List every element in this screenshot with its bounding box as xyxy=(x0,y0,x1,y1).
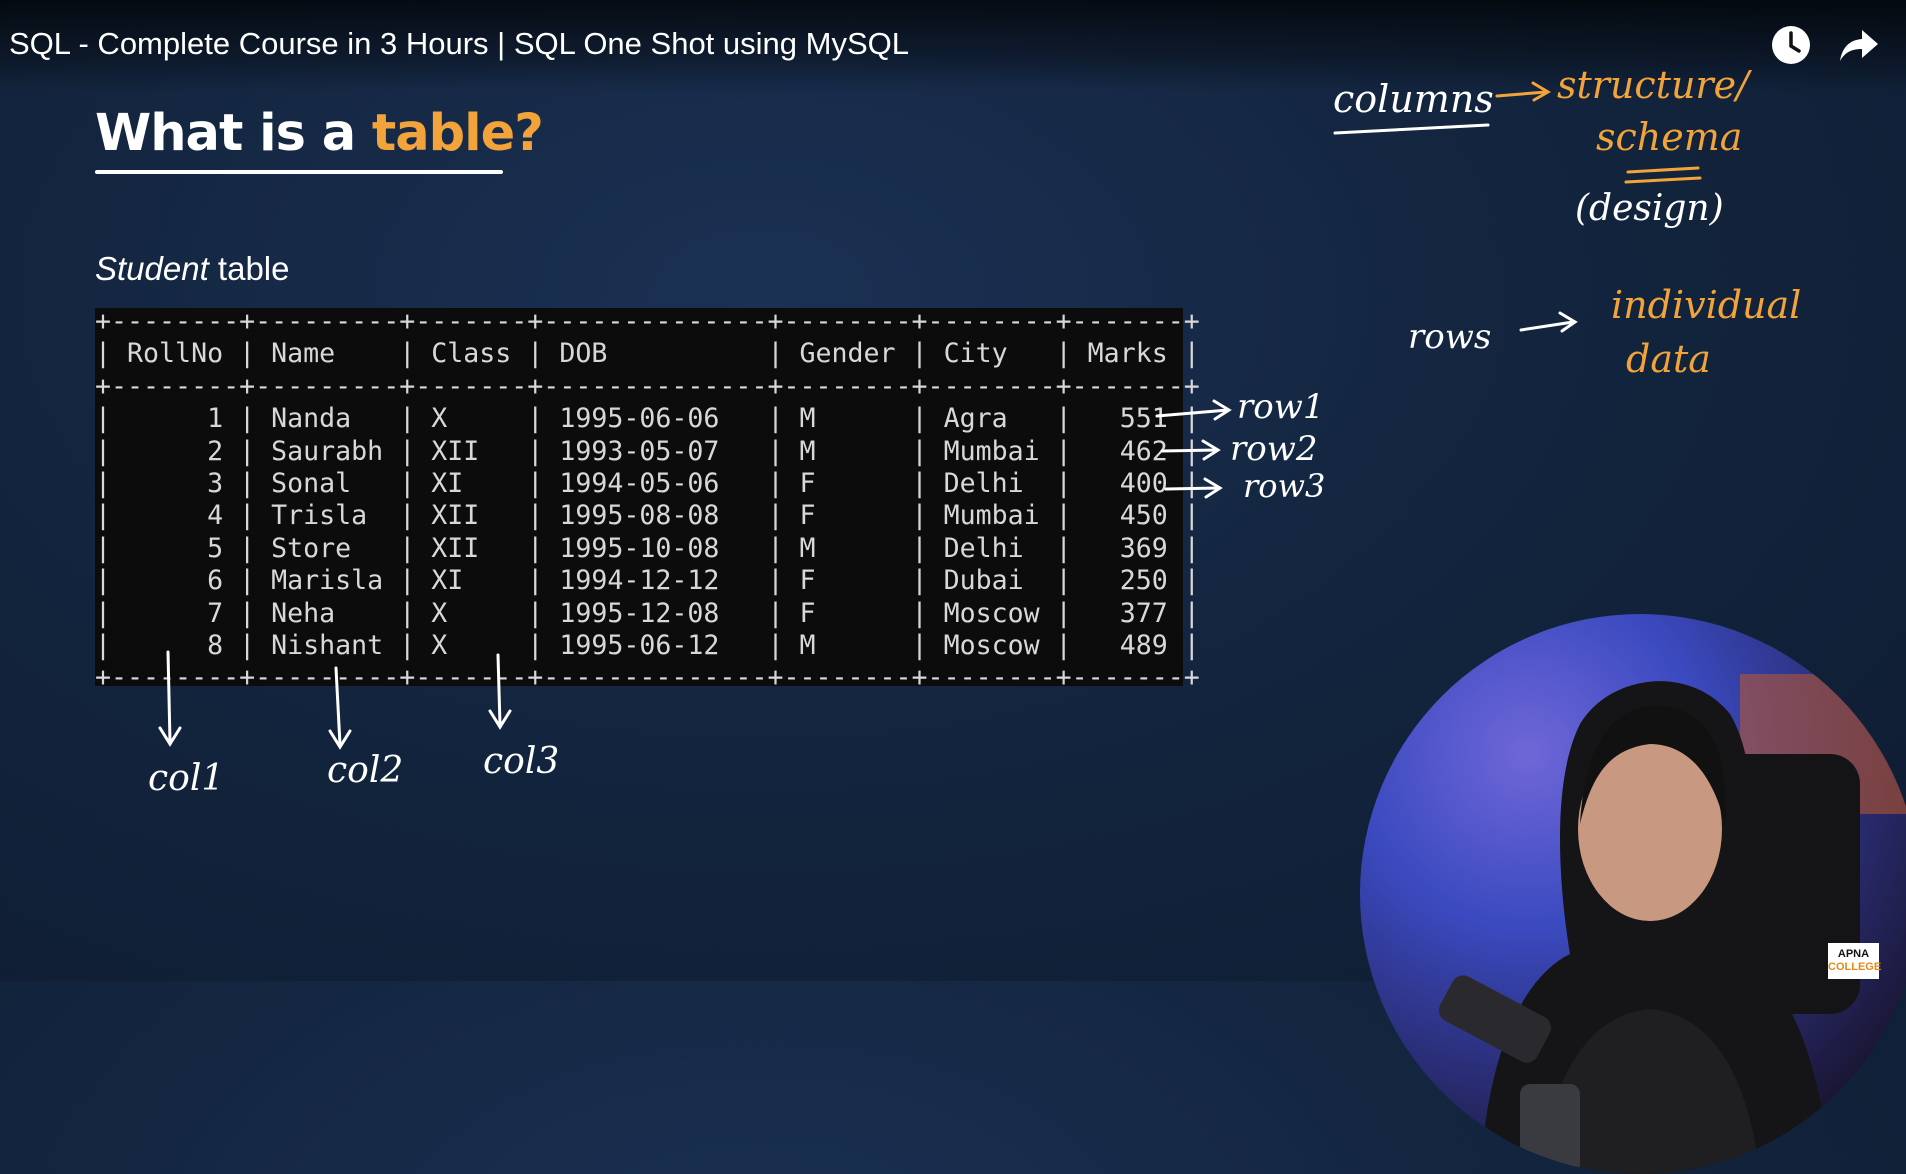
schema-word: schema xyxy=(1596,115,1742,159)
table-row: | 6 | Marisla | XI | 1994-12-12 | F | Du… xyxy=(95,565,1200,597)
presenter-silhouette xyxy=(1438,674,1906,1174)
presenter-video-inset xyxy=(1360,614,1906,1174)
slide-title-prefix: What is a xyxy=(95,104,372,163)
table-row: | 7 | Neha | X | 1995-12-08 | F | Moscow… xyxy=(95,597,1200,629)
data-word: data xyxy=(1626,337,1711,381)
video-title[interactable]: SQL - Complete Course in 3 Hours | SQL O… xyxy=(9,26,909,62)
table-row: | 4 | Trisla | XII | 1995-08-08 | F | Mu… xyxy=(95,500,1200,532)
col-label-1: col1 xyxy=(148,758,224,799)
table-row: | 8 | Nishant | X | 1995-06-12 | M | Mos… xyxy=(95,630,1200,662)
rows-arrow xyxy=(1519,311,1578,333)
table-caption: Student table xyxy=(95,250,290,288)
rows-word: rows xyxy=(1408,317,1491,357)
console-output: +--------+---------+-------+------------… xyxy=(95,306,1200,695)
table-row: | 2 | Saurabh | XII | 1993-05-07 | M | M… xyxy=(95,435,1200,467)
table-row: | 3 | Sonal | XI | 1994-05-06 | F | Delh… xyxy=(95,468,1200,500)
table-border-top: +--------+---------+-------+------------… xyxy=(95,306,1200,337)
share-arrow-icon[interactable] xyxy=(1838,24,1880,66)
col-label-3: col3 xyxy=(483,741,559,782)
slide-title: What is a table? xyxy=(95,104,544,163)
columns-underline xyxy=(1333,123,1490,135)
title-underline xyxy=(95,170,503,174)
slide-title-accent: table? xyxy=(371,104,544,163)
row-label-2: row2 xyxy=(1230,429,1317,469)
col-label-2: col2 xyxy=(327,750,403,791)
table-border-mid: +--------+---------+-------+------------… xyxy=(95,370,1200,402)
table-header-row: | RollNo | Name | Class | DOB | Gender |… xyxy=(95,338,1200,370)
row-label-1: row1 xyxy=(1237,387,1324,427)
row-label-3: row3 xyxy=(1243,467,1325,505)
schema-underline xyxy=(1624,166,1702,184)
mysql-console-table: +--------+---------+-------+------------… xyxy=(95,306,1200,693)
apna-college-logo: APNA COLLEGE xyxy=(1828,943,1882,979)
clock-icon[interactable] xyxy=(1770,24,1812,66)
logo-line-2: COLLEGE xyxy=(1828,961,1882,973)
table-caption-name: Student xyxy=(95,250,209,287)
table-row: | 1 | Nanda | X | 1995-06-06 | M | Agra … xyxy=(95,403,1200,435)
design-word: (design) xyxy=(1575,188,1724,229)
table-border-bottom: +--------+---------+-------+------------… xyxy=(95,662,1200,694)
table-row: | 5 | Store | XII | 1995-10-08 | M | Del… xyxy=(95,532,1200,564)
table-caption-suffix: table xyxy=(208,250,290,287)
logo-line-1: APNA xyxy=(1837,948,1870,960)
individual-word: individual xyxy=(1611,283,1801,327)
